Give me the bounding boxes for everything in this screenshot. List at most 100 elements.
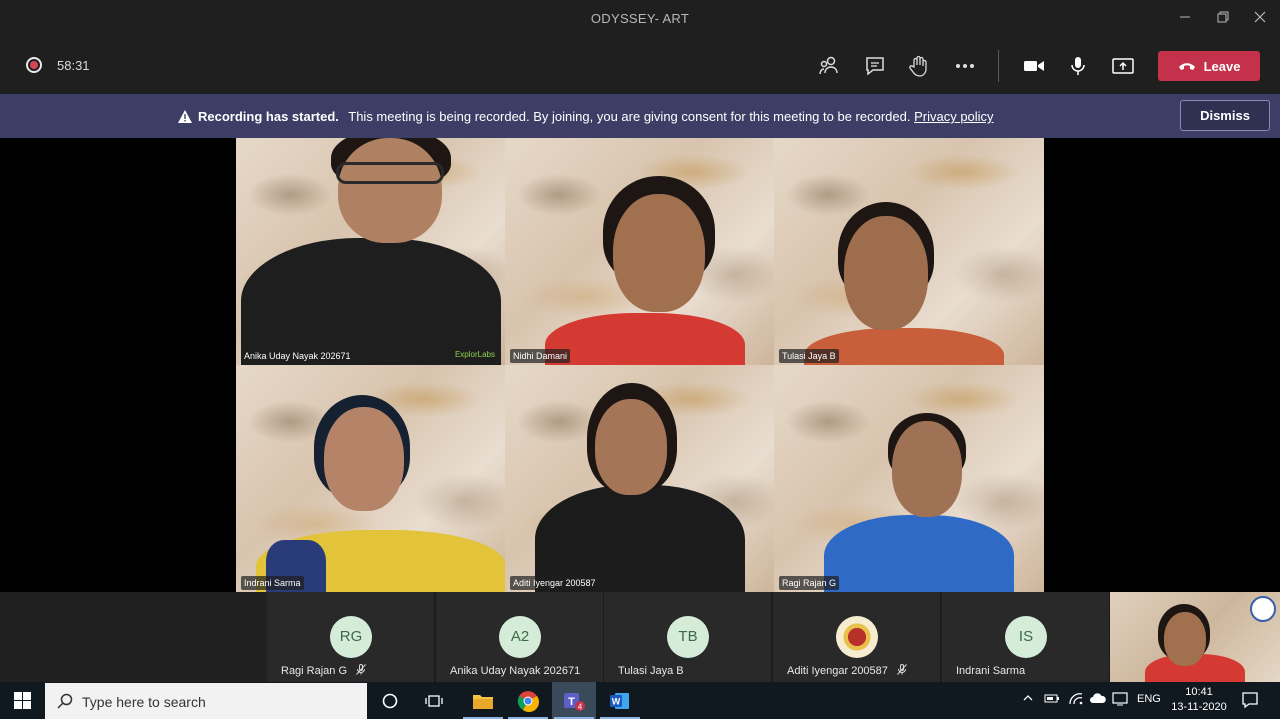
participant-name: Ragi Rajan G	[281, 664, 366, 677]
video-tile[interactable]: Indrani Sarma	[236, 365, 505, 592]
participant-name: Indrani Sarma	[956, 665, 1026, 677]
emblem-avatar	[836, 616, 878, 658]
input-language[interactable]: ENG	[1137, 693, 1161, 705]
participant-card[interactable]: A2 Anika Uday Nayak 202671	[436, 592, 604, 682]
wifi-button[interactable]	[1068, 692, 1084, 709]
system-clock[interactable]: 10:41 13-11-2020	[1168, 685, 1230, 715]
privacy-policy-link[interactable]: Privacy policy	[914, 109, 993, 124]
search-placeholder: Type here to search	[82, 694, 206, 710]
leave-label: Leave	[1203, 58, 1241, 74]
meeting-timer: 58:31	[57, 58, 90, 73]
notification-icon	[1242, 692, 1258, 709]
avatar: TB	[667, 616, 709, 658]
participant-face	[892, 421, 962, 517]
microphone-icon	[1071, 57, 1085, 75]
participant-face	[613, 194, 705, 312]
action-center-button[interactable]	[1241, 691, 1259, 712]
network-button[interactable]	[1112, 692, 1128, 709]
share-screen-button[interactable]	[1110, 53, 1136, 79]
tile-name-label: Aditi Iyengar 200587	[510, 576, 599, 590]
task-view-button[interactable]	[412, 682, 456, 719]
participant-video	[824, 515, 1014, 592]
monitor-icon	[1112, 692, 1128, 706]
mic-off-icon	[897, 664, 907, 675]
dismiss-button[interactable]: Dismiss	[1180, 100, 1270, 131]
more-icon	[956, 64, 974, 68]
word-button[interactable]: W	[598, 682, 642, 719]
participant-name-text: Aditi Iyengar 200587	[787, 665, 888, 677]
onedrive-button[interactable]	[1089, 692, 1107, 707]
participant-card[interactable]: TB Tulasi Jaya B	[604, 592, 772, 682]
participant-strip: RG Ragi Rajan G A2 Anika Uday Nayak 2026…	[0, 592, 1280, 682]
participant-name: Anika Uday Nayak 202671	[450, 665, 581, 677]
window-title: ODYSSEY- ART	[590, 11, 690, 26]
taskbar-search[interactable]: Type here to search	[45, 683, 367, 719]
video-tile[interactable]: Aditi Iyengar 200587	[505, 365, 774, 592]
participant-face	[324, 407, 404, 511]
warning-icon	[178, 110, 192, 123]
tile-name-label: Nidhi Damani	[510, 349, 571, 363]
chrome-icon	[517, 690, 539, 712]
share-screen-icon	[1112, 58, 1134, 74]
battery-button[interactable]	[1044, 692, 1060, 707]
svg-text:T: T	[568, 696, 575, 708]
participant-face	[595, 399, 667, 495]
self-face	[1164, 612, 1206, 666]
participant-card[interactable]: RG Ragi Rajan G	[267, 592, 435, 682]
recording-text: This meeting is being recorded. By joini…	[348, 109, 911, 124]
search-icon	[57, 693, 73, 709]
show-hidden-icons-button[interactable]	[1022, 692, 1034, 707]
cortana-icon	[382, 693, 398, 708]
participant-card[interactable]: IS Indrani Sarma	[942, 592, 1110, 682]
chrome-button[interactable]	[506, 682, 550, 719]
close-button[interactable]	[1249, 8, 1271, 28]
wifi-icon	[1069, 693, 1083, 705]
recording-message: Recording has started. This meeting is b…	[178, 109, 994, 124]
windows-taskbar: Type here to search T4 W ENG 10:41 13-11…	[0, 682, 1280, 719]
video-tile[interactable]: Tulasi Jaya B	[774, 138, 1044, 365]
participant-video	[545, 313, 745, 365]
microphone-button[interactable]	[1065, 53, 1091, 79]
task-view-icon	[425, 694, 443, 707]
clock-date: 13-11-2020	[1171, 701, 1227, 713]
video-tile[interactable]: Nidhi Damani	[505, 138, 774, 365]
self-view-video[interactable]	[1110, 592, 1280, 682]
file-explorer-button[interactable]	[461, 682, 505, 719]
tile-name-label: Anika Uday Nayak 202671	[241, 349, 354, 363]
participants-button[interactable]	[816, 53, 842, 79]
participant-name: Tulasi Jaya B	[618, 665, 684, 677]
avatar: RG	[330, 616, 372, 658]
raise-hand-button[interactable]	[906, 53, 932, 79]
video-tile[interactable]: Ragi Rajan G	[774, 365, 1044, 592]
folder-icon	[473, 694, 493, 709]
camera-button[interactable]	[1021, 53, 1047, 79]
cortana-button[interactable]	[368, 682, 412, 719]
start-button[interactable]	[14, 692, 31, 709]
mic-off-icon	[356, 664, 366, 675]
minimize-button[interactable]	[1174, 8, 1196, 28]
recording-indicator-icon	[26, 57, 42, 73]
video-tile[interactable]: ExplorLabs Anika Uday Nayak 202671	[236, 138, 505, 365]
chat-button[interactable]	[862, 53, 888, 79]
teams-button[interactable]: T4	[552, 682, 596, 719]
restore-button[interactable]	[1212, 8, 1234, 28]
participant-card[interactable]: Aditi Iyengar 200587	[773, 592, 941, 682]
title-bar: ODYSSEY- ART	[0, 0, 1280, 37]
hand-icon	[909, 55, 927, 77]
glasses-icon	[336, 162, 444, 184]
recording-banner: Recording has started. This meeting is b…	[0, 94, 1280, 138]
more-actions-button[interactable]	[952, 53, 978, 79]
people-icon	[819, 56, 838, 75]
tile-name-label: Indrani Sarma	[241, 576, 304, 590]
school-logo-icon	[1250, 596, 1276, 622]
clock-time: 10:41	[1185, 686, 1213, 698]
chat-icon	[866, 57, 884, 76]
meeting-toolbar: 58:31 Leave	[0, 37, 1280, 94]
tile-name-label: Ragi Rajan G	[779, 576, 840, 590]
toolbar-divider	[998, 50, 999, 82]
leave-button[interactable]: Leave	[1158, 51, 1260, 81]
recording-title: Recording has started.	[198, 109, 339, 124]
teams-badge-count: 4	[578, 702, 583, 711]
avatar: A2	[499, 616, 541, 658]
avatar: IS	[1005, 616, 1047, 658]
